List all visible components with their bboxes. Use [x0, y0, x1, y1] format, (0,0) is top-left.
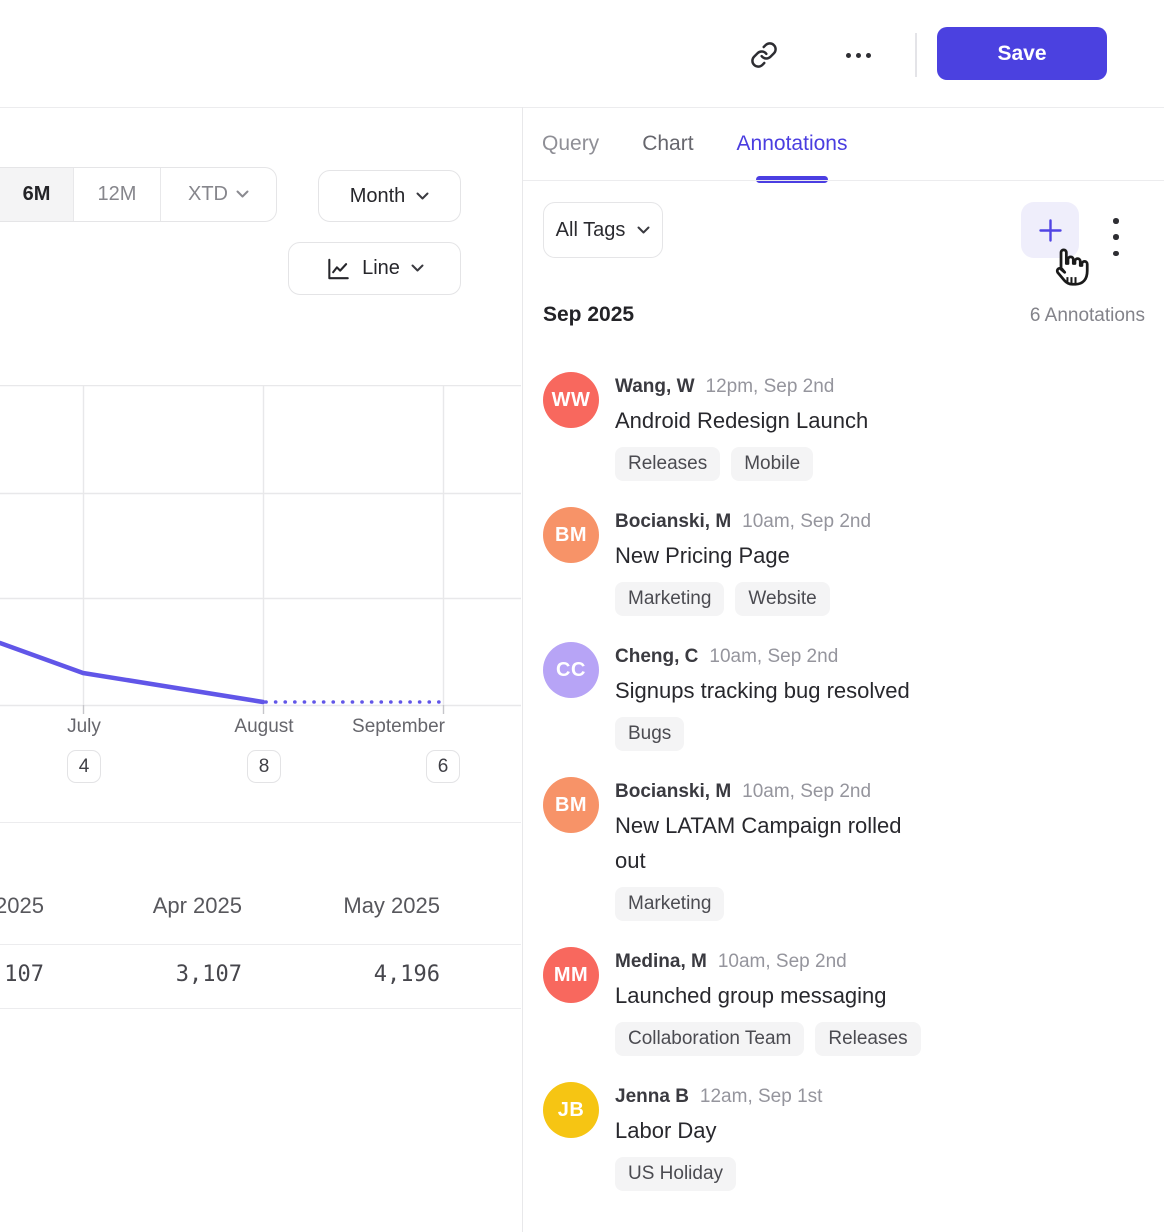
annotation-author: Wang, W — [615, 376, 695, 397]
annotation-count-badge[interactable]: 8 — [247, 750, 281, 783]
table-border — [0, 1008, 521, 1009]
date-range-segmented-control: 6M 12M XTD — [0, 167, 277, 222]
tab-annotations[interactable]: Annotations — [737, 107, 848, 181]
annotation-list-item[interactable]: JB Jenna B 12am, Sep 1st Labor Day US Hol… — [543, 1082, 1145, 1191]
annotation-timestamp: 12am, Sep 1st — [700, 1086, 823, 1107]
annotation-tags: Bugs — [615, 717, 910, 751]
annotation-count-badge[interactable]: 6 — [426, 750, 460, 783]
annotation-list-item[interactable]: BM Bocianski, M 10am, Sep 2nd New Pricing… — [543, 507, 1145, 616]
table-value-cell: 4,196 — [240, 962, 440, 987]
annotation-timestamp: 10am, Sep 2nd — [742, 511, 871, 532]
chart-type-dropdown[interactable]: Line — [288, 242, 461, 295]
annotation-tag-pill[interactable]: Website — [735, 582, 829, 616]
panel-tabs: Query Chart Annotations — [523, 107, 1164, 181]
line-chart-icon — [325, 256, 351, 282]
annotation-timestamp: 10am, Sep 2nd — [742, 781, 871, 802]
tab-query[interactable]: Query — [542, 107, 599, 181]
range-option-xtd-label: XTD — [188, 183, 228, 206]
annotation-tags: Marketing — [615, 887, 915, 921]
avatar: JB — [543, 1082, 599, 1138]
annotation-count-label: 6 Annotations — [1030, 305, 1145, 327]
toolbar-divider — [915, 33, 917, 77]
tab-chart[interactable]: Chart — [642, 107, 693, 181]
annotation-list-item[interactable]: BM Bocianski, M 10am, Sep 2nd New LATAM C… — [543, 777, 1145, 921]
annotations-panel: Query Chart Annotations All Tags Sep 202… — [523, 107, 1164, 1232]
annotation-tag-pill[interactable]: Bugs — [615, 717, 684, 751]
avatar: WW — [543, 372, 599, 428]
annotation-count-badge[interactable]: 4 — [67, 750, 101, 783]
annotation-list-item[interactable]: CC Cheng, C 10am, Sep 2nd Signups trackin… — [543, 642, 1145, 751]
table-border — [0, 944, 521, 945]
chevron-down-icon — [236, 190, 249, 199]
chart-panel: 6M 12M XTD Month Line July August Septem… — [0, 107, 521, 1232]
annotation-title: New Pricing Page — [615, 538, 871, 573]
save-button[interactable]: Save — [937, 27, 1107, 80]
annotation-tag-pill[interactable]: US Holiday — [615, 1157, 736, 1191]
annotation-author: Jenna B — [615, 1086, 689, 1107]
annotation-timestamp: 12pm, Sep 2nd — [706, 376, 835, 397]
avatar: CC — [543, 642, 599, 698]
annotation-list-item[interactable]: WW Wang, W 12pm, Sep 2nd Android Redesign… — [543, 372, 1145, 481]
x-axis-label: August — [234, 716, 293, 738]
annotation-tags: Releases Mobile — [615, 447, 868, 481]
avatar: BM — [543, 777, 599, 833]
annotation-list: WW Wang, W 12pm, Sep 2nd Android Redesign… — [543, 372, 1145, 1217]
annotation-tags: Collaboration Team Releases — [615, 1022, 921, 1056]
annotation-tags: US Holiday — [615, 1157, 822, 1191]
annotation-timestamp: 10am, Sep 2nd — [718, 951, 847, 972]
month-group-header: Sep 2025 6 Annotations — [543, 303, 1145, 339]
link-icon[interactable] — [750, 41, 778, 69]
month-group-title: Sep 2025 — [543, 303, 634, 327]
range-option-6m[interactable]: 6M — [0, 168, 73, 221]
table-column-header: May 2025 — [240, 893, 440, 919]
more-ellipsis-icon[interactable] — [846, 51, 880, 59]
annotation-title: Signups tracking bug resolved — [615, 673, 910, 708]
granularity-dropdown[interactable]: Month — [318, 170, 461, 222]
annotation-title: Labor Day — [615, 1113, 822, 1148]
chevron-down-icon — [637, 226, 650, 235]
table-border — [0, 822, 521, 823]
table-column-header: 2025 — [0, 893, 44, 919]
chevron-down-icon — [411, 264, 424, 273]
annotation-tag-pill[interactable]: Marketing — [615, 582, 724, 616]
plus-icon — [1037, 217, 1064, 244]
annotation-tag-pill[interactable]: Mobile — [731, 447, 813, 481]
x-axis-label: September — [352, 716, 445, 738]
annotation-title: Launched group messaging — [615, 978, 915, 1013]
table-column-header: Apr 2025 — [42, 893, 242, 919]
tabs-border — [523, 180, 1164, 181]
annotation-tag-pill[interactable]: Collaboration Team — [615, 1022, 804, 1056]
tag-filter-label: All Tags — [556, 219, 626, 242]
chevron-down-icon — [416, 192, 429, 201]
annotation-title: Android Redesign Launch — [615, 403, 868, 438]
tag-filter-dropdown[interactable]: All Tags — [543, 202, 663, 258]
annotation-author: Cheng, C — [615, 646, 698, 667]
annotation-tags: Marketing Website — [615, 582, 871, 616]
line-chart-plot[interactable] — [0, 385, 521, 717]
x-axis-label: July — [67, 716, 101, 738]
table-value-cell: 3,107 — [42, 962, 242, 987]
annotations-overflow-menu[interactable] — [1103, 217, 1129, 257]
annotation-author: Bocianski, M — [615, 781, 731, 802]
range-option-xtd[interactable]: XTD — [160, 168, 276, 221]
chart-type-label: Line — [362, 257, 400, 280]
annotation-tag-pill[interactable]: Marketing — [615, 887, 724, 921]
topbar: Save — [0, 0, 1164, 107]
table-value-cell: 107 — [0, 962, 44, 987]
granularity-label: Month — [350, 185, 406, 208]
annotation-tag-pill[interactable]: Releases — [815, 1022, 920, 1056]
avatar: MM — [543, 947, 599, 1003]
tab-annotations-label: Annotations — [737, 132, 848, 156]
annotation-tag-pill[interactable]: Releases — [615, 447, 720, 481]
avatar: BM — [543, 507, 599, 563]
range-option-12m[interactable]: 12M — [73, 168, 160, 221]
annotation-author: Bocianski, M — [615, 511, 731, 532]
annotation-author: Medina, M — [615, 951, 707, 972]
annotation-timestamp: 10am, Sep 2nd — [709, 646, 838, 667]
annotation-title: New LATAM Campaign rolled out — [615, 808, 915, 878]
add-annotation-button[interactable] — [1021, 202, 1079, 258]
annotation-list-item[interactable]: MM Medina, M 10am, Sep 2nd Launched group… — [543, 947, 1145, 1056]
